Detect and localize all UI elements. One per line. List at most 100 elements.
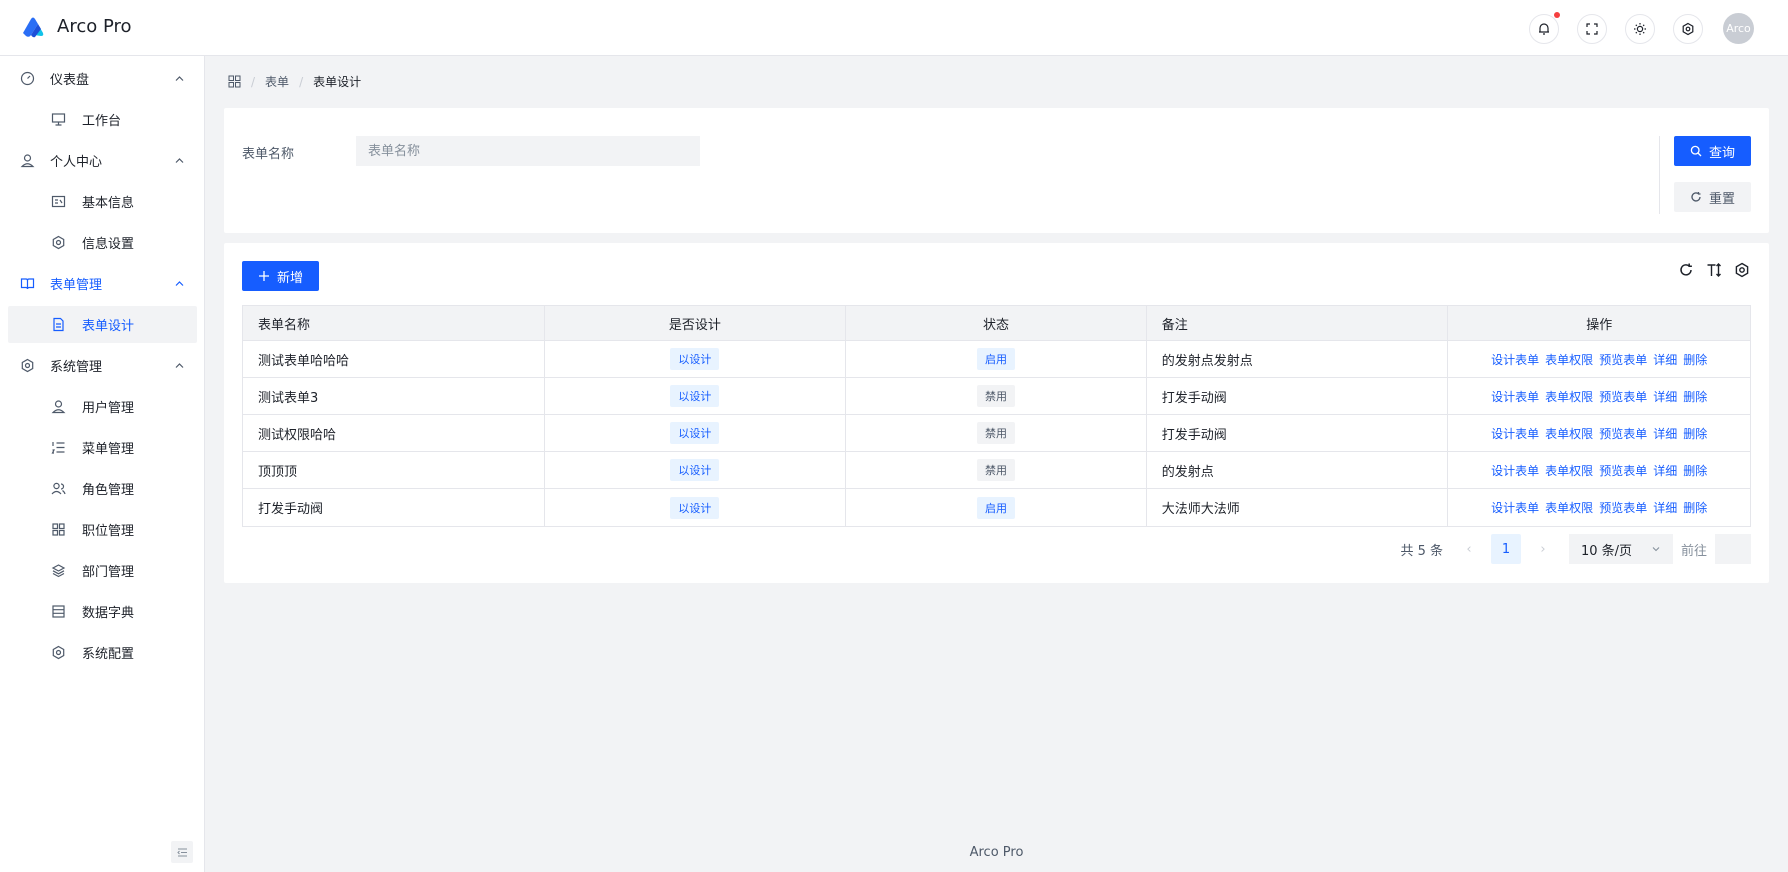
column-header: 表单名称 (243, 306, 545, 340)
search-form-card: 表单名称 查询 重置 (224, 108, 1769, 233)
table-row: 顶顶顶 以设计 禁用 的发射点 设计表单 表单权限 预览表单 详细 删除 (243, 452, 1750, 489)
jump-page-input[interactable] (1715, 534, 1751, 564)
notification-button[interactable] (1529, 14, 1559, 44)
sidebar-item-label: 基本信息 (82, 196, 135, 211)
breadcrumb-item[interactable]: 表单 (265, 73, 289, 90)
search-icon (1690, 145, 1702, 157)
delete-link[interactable]: 删除 (1683, 351, 1707, 368)
delete-link[interactable]: 删除 (1683, 425, 1707, 442)
prev-page-button[interactable]: ‹ (1455, 542, 1483, 557)
gear-icon[interactable] (1734, 262, 1750, 278)
breadcrumb-current: 表单设计 (313, 75, 362, 89)
add-button[interactable]: 新增 (242, 261, 319, 291)
designed-tag: 以设计 (670, 422, 720, 444)
preview-form-link[interactable]: 预览表单 (1599, 388, 1647, 405)
preview-form-link[interactable]: 预览表单 (1599, 425, 1647, 442)
sidebar-item-system-config[interactable]: 系统配置 (8, 634, 197, 671)
apps-icon[interactable] (228, 75, 241, 88)
sidebar-item-workbench[interactable]: 工作台 (8, 101, 197, 138)
column-header: 备注 (1147, 306, 1449, 340)
cell-actions: 设计表单 表单权限 预览表单 详细 删除 (1448, 489, 1750, 526)
cell-note: 的发射点发射点 (1147, 341, 1449, 377)
reset-button[interactable]: 重置 (1674, 182, 1751, 212)
user-avatar[interactable]: Arco (1723, 13, 1754, 44)
cell-status: 禁用 (846, 452, 1147, 488)
designed-tag: 以设计 (670, 459, 720, 481)
sidebar-group-form-management[interactable]: 表单管理 (8, 265, 197, 302)
sidebar-item-data-dictionary[interactable]: 数据字典 (8, 593, 197, 630)
status-badge: 禁用 (977, 385, 1015, 407)
sidebar-item-basic-info[interactable]: 基本信息 (8, 183, 197, 220)
sidebar-item-role-management[interactable]: 角色管理 (8, 470, 197, 507)
sidebar-item-position-management[interactable]: 职位管理 (8, 511, 197, 548)
theme-toggle-button[interactable] (1625, 14, 1655, 44)
delete-link[interactable]: 删除 (1683, 462, 1707, 479)
detail-link[interactable]: 详细 (1653, 499, 1677, 516)
page-number-current[interactable]: 1 (1490, 534, 1521, 564)
cell-actions: 设计表单 表单权限 预览表单 详细 删除 (1448, 341, 1750, 377)
sidebar-item-label: 职位管理 (82, 524, 135, 539)
sidebar-group-dashboard[interactable]: 仪表盘 (8, 60, 197, 97)
design-form-link[interactable]: 设计表单 (1491, 388, 1539, 405)
design-form-link[interactable]: 设计表单 (1491, 425, 1539, 442)
detail-link[interactable]: 详细 (1653, 425, 1677, 442)
sidebar-item-label: 表单设计 (82, 319, 135, 334)
form-name-input[interactable] (356, 136, 700, 166)
storage-icon (52, 605, 65, 618)
form-permission-link[interactable]: 表单权限 (1545, 425, 1593, 442)
divider (1659, 136, 1660, 214)
sidebar-item-menu-management[interactable]: 菜单管理 (8, 429, 197, 466)
status-badge: 禁用 (977, 459, 1015, 481)
cell-status: 启用 (846, 341, 1147, 377)
form-permission-link[interactable]: 表单权限 (1545, 499, 1593, 516)
design-form-link[interactable]: 设计表单 (1491, 499, 1539, 516)
form-name-label: 表单名称 (242, 147, 295, 162)
page-size-select[interactable]: 10 条/页 (1568, 534, 1673, 564)
sun-icon (1634, 23, 1646, 35)
fullscreen-icon (1586, 23, 1598, 35)
bell-icon (1539, 23, 1549, 35)
preview-form-link[interactable]: 预览表单 (1599, 351, 1647, 368)
fullscreen-button[interactable] (1577, 14, 1607, 44)
line-height-icon[interactable] (1706, 262, 1722, 278)
preview-form-link[interactable]: 预览表单 (1599, 462, 1647, 479)
table-header-row: 表单名称 是否设计 状态 备注 操作 (243, 306, 1750, 341)
layers-icon (51, 564, 66, 578)
sidebar-group-system[interactable]: 系统管理 (8, 347, 197, 384)
chevron-down-icon (1652, 547, 1660, 552)
settings-icon (52, 645, 65, 660)
refresh-icon[interactable] (1678, 262, 1694, 278)
design-form-link[interactable]: 设计表单 (1491, 462, 1539, 479)
next-page-button[interactable]: › (1529, 542, 1557, 557)
settings-button[interactable] (1673, 14, 1703, 44)
cell-actions: 设计表单 表单权限 预览表单 详细 删除 (1448, 378, 1750, 414)
user-icon (51, 400, 66, 414)
arco-logo (23, 17, 44, 38)
delete-link[interactable]: 删除 (1683, 388, 1707, 405)
sidebar-item-department-management[interactable]: 部门管理 (8, 552, 197, 589)
delete-link[interactable]: 删除 (1683, 499, 1707, 516)
query-button[interactable]: 查询 (1674, 136, 1751, 166)
cell-designed: 以设计 (545, 415, 847, 451)
detail-link[interactable]: 详细 (1653, 388, 1677, 405)
detail-link[interactable]: 详细 (1653, 351, 1677, 368)
refresh-icon (1691, 192, 1701, 202)
detail-link[interactable]: 详细 (1653, 462, 1677, 479)
user-group-icon (51, 482, 66, 495)
form-permission-link[interactable]: 表单权限 (1545, 462, 1593, 479)
status-badge: 禁用 (977, 422, 1015, 444)
form-permission-link[interactable]: 表单权限 (1545, 351, 1593, 368)
top-header: Arco Pro Arco (0, 0, 1788, 56)
preview-form-link[interactable]: 预览表单 (1599, 499, 1647, 516)
designed-tag: 以设计 (670, 348, 720, 370)
collapse-sidebar-button[interactable] (171, 841, 193, 863)
cell-designed: 以设计 (545, 452, 847, 488)
cell-note: 大法师大法师 (1147, 489, 1449, 526)
sidebar-group-personal[interactable]: 个人中心 (8, 142, 197, 179)
sidebar-item-form-design[interactable]: 表单设计 (8, 306, 197, 343)
design-form-link[interactable]: 设计表单 (1491, 351, 1539, 368)
sidebar-item-info-settings[interactable]: 信息设置 (8, 224, 197, 261)
form-permission-link[interactable]: 表单权限 (1545, 388, 1593, 405)
chevron-up-icon (175, 76, 184, 81)
sidebar-item-user-management[interactable]: 用户管理 (8, 388, 197, 425)
